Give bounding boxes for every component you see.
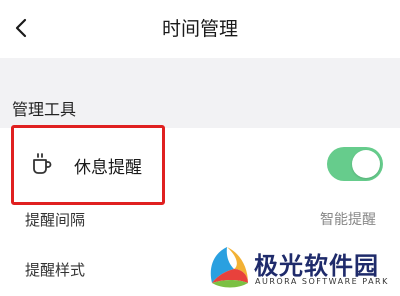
watermark: 极光软件园 AURORA SOFTWARE PARK [200,245,400,296]
reminder-interval-label: 提醒间隔 [25,211,86,229]
rest-reminder-row[interactable]: 休息提醒 [0,133,400,193]
reminder-interval-row[interactable]: 提醒间隔 智能提醒 [0,200,400,238]
reminder-style-label: 提醒样式 [25,261,86,279]
rest-reminder-label: 休息提醒 [74,158,142,178]
section-header: 管理工具 [12,100,77,119]
cup-icon [33,153,52,174]
rest-reminder-toggle[interactable] [327,147,383,181]
watermark-name: 极光软件园 [254,252,379,280]
toggle-knob [352,150,380,178]
nav-bar: 时间管理 [0,0,400,58]
aurora-logo-icon [210,247,248,288]
reminder-interval-value: 智能提醒 [320,212,376,228]
page-title: 时间管理 [161,18,238,40]
section-gap [0,58,400,84]
watermark-subtitle: AURORA SOFTWARE PARK [255,277,389,286]
